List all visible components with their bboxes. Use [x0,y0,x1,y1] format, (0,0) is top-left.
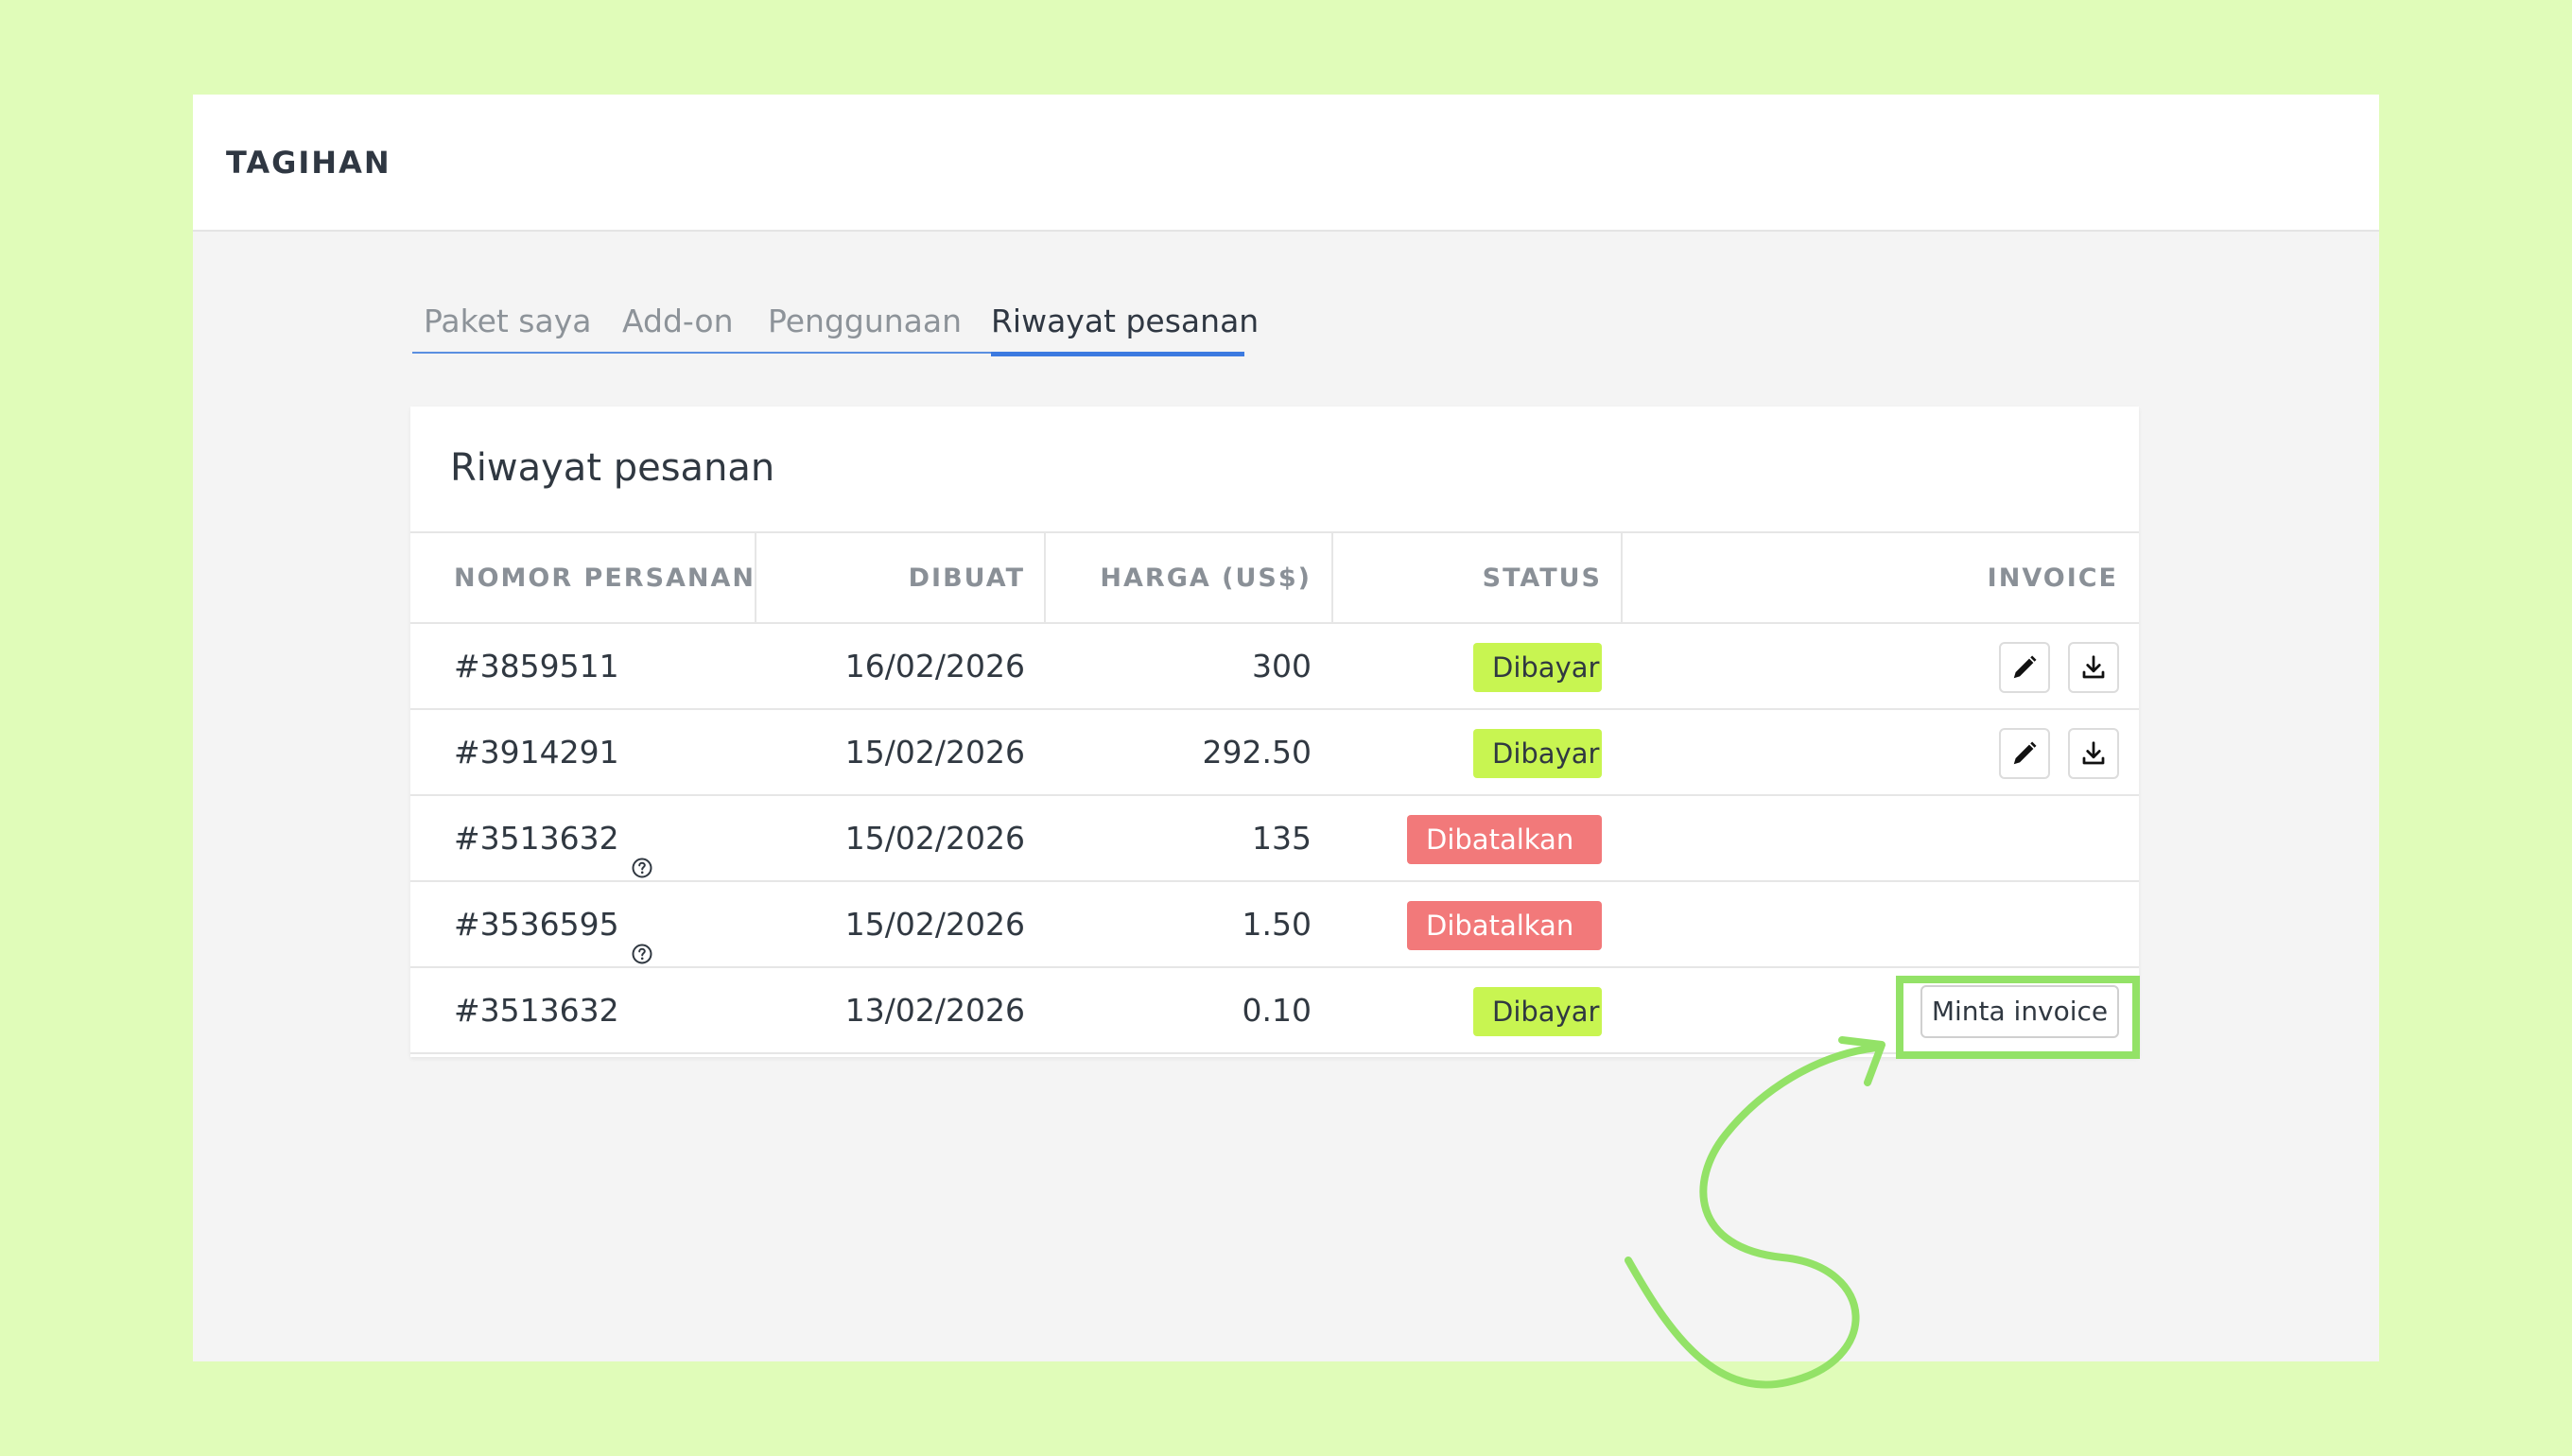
page-title: TAGIHAN [226,144,391,181]
download-icon [2079,653,2108,682]
tab-baseline [412,352,1091,354]
price: 135 [1252,820,1312,857]
tab-add-on[interactable]: Add-on [622,291,734,352]
edit-invoice-button[interactable] [1999,642,2050,693]
pencil-icon [2010,739,2039,768]
status-badge: Dibayar [1473,729,1602,778]
tab-penggunaan[interactable]: Penggunaan [768,291,962,352]
price: 0.10 [1242,992,1312,1029]
status-badge: Dibayar [1473,643,1602,692]
edit-invoice-button[interactable] [1999,728,2050,779]
price: 1.50 [1242,906,1312,943]
order-history-card: Riwayat pesanan NOMOR PERSANAN DIBUAT HA… [410,407,2139,1057]
download-invoice-button[interactable] [2068,728,2119,779]
pencil-icon [2010,653,2039,682]
table-row: #3513632 15/02/2026 135 Dibatalkan [410,796,2139,882]
tab-bar: Paket saya Add-on Penggunaan Riwayat pes… [412,291,1358,356]
panel-header: TAGIHAN [193,95,2379,232]
table-row: #3914291 15/02/2026 292.50 Dibayar [410,710,2139,796]
tab-paket-saya[interactable]: Paket saya [424,291,591,352]
status-badge: Dibatalkan [1407,901,1602,950]
table-row: #3859511 16/02/2026 300 Dibayar [410,624,2139,710]
download-invoice-button[interactable] [2068,642,2119,693]
table-header: NOMOR PERSANAN DIBUAT HARGA (US$) STATUS… [410,531,2139,624]
status-badge: Dibatalkan [1407,815,1602,864]
card-title: Riwayat pesanan [450,446,775,490]
table-row: #3513632 13/02/2026 0.10 Dibayar Minta invoi… [410,968,2139,1054]
price: 292.50 [1202,734,1312,771]
billing-panel: TAGIHAN Paket saya Add-on Penggunaan Riw… [193,95,2379,1361]
column-header-invoice: INVOICE [1987,563,2118,593]
annotation-highlight-box [1896,976,2140,1059]
table-row: #3536595 15/02/2026 1.50 Dibatalkan [410,882,2139,968]
tab-riwayat-pesanan[interactable]: Riwayat pesanan [991,291,1259,356]
price: 300 [1252,648,1312,685]
download-icon [2079,739,2108,768]
status-badge: Dibayar [1473,987,1602,1036]
